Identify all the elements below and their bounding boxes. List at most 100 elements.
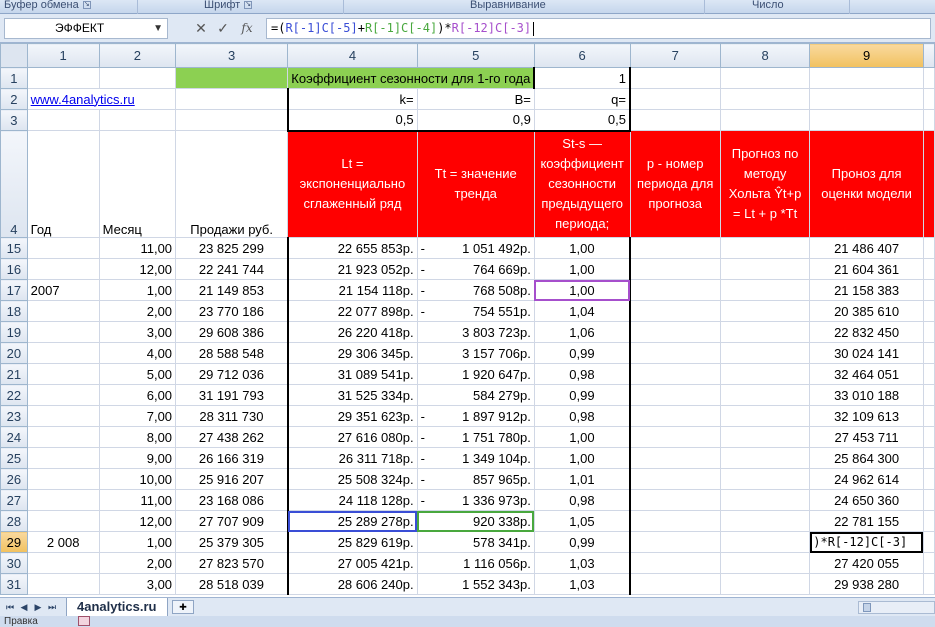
lt-cell[interactable]: 29 351 623р.	[286, 405, 418, 427]
chevron-down-icon[interactable]: ▼	[153, 19, 163, 38]
forecast-cell[interactable]	[719, 300, 811, 322]
cell[interactable]	[809, 109, 924, 131]
cell[interactable]	[922, 67, 935, 89]
forecast-cell[interactable]	[719, 447, 811, 469]
estimate-cell[interactable]: 20 385 610	[809, 300, 924, 322]
lt-cell[interactable]: 24 118 128р.	[286, 489, 418, 511]
sales-cell[interactable]: 23 770 186	[175, 300, 289, 322]
forecast-cell[interactable]	[719, 237, 811, 259]
cell[interactable]	[922, 489, 935, 511]
p-cell[interactable]	[629, 321, 721, 343]
lt-cell[interactable]: 25 508 324р.	[286, 468, 418, 490]
year-cell[interactable]	[26, 237, 100, 259]
cell[interactable]	[809, 67, 924, 89]
p-cell[interactable]	[629, 489, 721, 511]
column-header[interactable]: 6	[533, 43, 631, 68]
estimate-cell[interactable]: 32 464 051	[809, 363, 924, 385]
month-cell[interactable]: 1,00	[98, 531, 177, 553]
p-cell[interactable]	[629, 552, 721, 574]
p-cell[interactable]	[629, 363, 721, 385]
scroll-thumb[interactable]	[863, 603, 871, 612]
estimate-header-cell[interactable]: Проноз для оценки модели	[809, 130, 924, 238]
tt-cell[interactable]: - 1 349 104р.	[416, 447, 535, 469]
month-cell[interactable]: 10,00	[98, 468, 177, 490]
estimate-cell[interactable]: 22 832 450	[809, 321, 924, 343]
month-cell[interactable]: 9,00	[98, 447, 177, 469]
cell[interactable]	[922, 321, 935, 343]
forecast-cell[interactable]	[719, 573, 811, 595]
p-cell[interactable]	[629, 342, 721, 364]
cell[interactable]	[175, 67, 289, 89]
st-cell[interactable]: 1,00	[533, 258, 631, 280]
sales-cell[interactable]: 29 712 036	[175, 363, 289, 385]
tt-cell[interactable]: 1 552 343р.	[416, 573, 535, 595]
row-header[interactable]: 16	[0, 258, 28, 280]
macro-record-icon[interactable]	[78, 616, 90, 626]
lt-cell[interactable]: 26 220 418р.	[286, 321, 418, 343]
cell[interactable]	[922, 426, 935, 448]
p-cell[interactable]	[629, 468, 721, 490]
q-value-cell[interactable]: 0,5	[533, 109, 631, 132]
insert-function-icon[interactable]: fx	[238, 18, 256, 39]
month-cell[interactable]: 11,00	[98, 237, 177, 259]
enter-icon[interactable]: ✓	[214, 18, 232, 39]
cell[interactable]	[629, 88, 721, 110]
cell[interactable]	[922, 384, 935, 406]
st-cell[interactable]: 1,03	[533, 573, 631, 595]
year-cell[interactable]: 2 008	[26, 531, 100, 553]
cell[interactable]	[922, 531, 935, 553]
year-header-cell[interactable]: Год	[26, 130, 100, 238]
st-cell[interactable]: 0,98	[533, 489, 631, 511]
column-header[interactable]: 4	[287, 43, 418, 68]
year-cell[interactable]	[26, 405, 100, 427]
column-header[interactable]: 8	[719, 43, 811, 68]
row-header[interactable]: 20	[0, 342, 28, 364]
lt-cell[interactable]: 22 655 853р.	[286, 237, 418, 259]
month-cell[interactable]: 8,00	[98, 426, 177, 448]
tt-cell[interactable]: 1 920 647р.	[416, 363, 535, 385]
column-header[interactable]: 5	[416, 43, 535, 68]
lt-cell[interactable]: 28 606 240р.	[286, 573, 418, 595]
month-cell[interactable]: 1,00	[98, 279, 177, 301]
cell[interactable]	[98, 67, 177, 89]
p-cell[interactable]	[629, 447, 721, 469]
forecast-cell[interactable]	[719, 405, 811, 427]
horizontal-scrollbar[interactable]	[858, 601, 935, 614]
estimate-cell[interactable]: 27 420 055	[809, 552, 924, 574]
st-cell[interactable]: 0,98	[533, 363, 631, 385]
year-cell[interactable]	[26, 342, 100, 364]
p-cell[interactable]	[629, 426, 721, 448]
row-header[interactable]: 29	[0, 531, 28, 553]
sales-cell[interactable]: 23 825 299	[175, 237, 289, 259]
st-cell[interactable]: 1,05	[533, 510, 631, 532]
lt-cell[interactable]: 21 923 052р.	[286, 258, 418, 280]
cell[interactable]	[922, 510, 935, 532]
forecast-cell[interactable]	[719, 552, 811, 574]
active-edit-cell[interactable]: )*R[-12]C[-3]	[809, 531, 924, 553]
seasonality-value-cell[interactable]: 1	[533, 67, 631, 89]
st-cell[interactable]: 1,06	[533, 321, 631, 343]
month-cell[interactable]: 7,00	[98, 405, 177, 427]
p-cell[interactable]	[629, 405, 721, 427]
estimate-cell[interactable]: 24 962 614	[809, 468, 924, 490]
cell[interactable]	[26, 67, 100, 89]
sales-cell[interactable]: 27 707 909	[175, 510, 289, 532]
forecast-cell[interactable]	[719, 279, 811, 301]
month-cell[interactable]: 6,00	[98, 384, 177, 406]
estimate-cell[interactable]: 33 010 188	[809, 384, 924, 406]
sales-cell[interactable]: 29 608 386	[175, 321, 289, 343]
st-cell[interactable]: 1,00	[533, 279, 631, 301]
p-cell[interactable]	[629, 300, 721, 322]
month-cell[interactable]: 3,00	[98, 573, 177, 595]
cell[interactable]	[719, 88, 811, 110]
cell[interactable]	[719, 67, 811, 89]
p-header-cell[interactable]: p - номер периода для прогноза	[629, 130, 721, 238]
k-label-cell[interactable]: k=	[286, 88, 418, 110]
cell[interactable]	[922, 237, 935, 259]
month-cell[interactable]: 3,00	[98, 321, 177, 343]
st-header-cell[interactable]: St-s — коэффициент сезонности предыдущег…	[533, 130, 631, 238]
sales-cell[interactable]: 27 823 570	[175, 552, 289, 574]
row-header[interactable]: 31	[0, 573, 28, 595]
first-sheet-icon[interactable]: ⏮	[4, 600, 16, 614]
row-header[interactable]: 25	[0, 447, 28, 469]
